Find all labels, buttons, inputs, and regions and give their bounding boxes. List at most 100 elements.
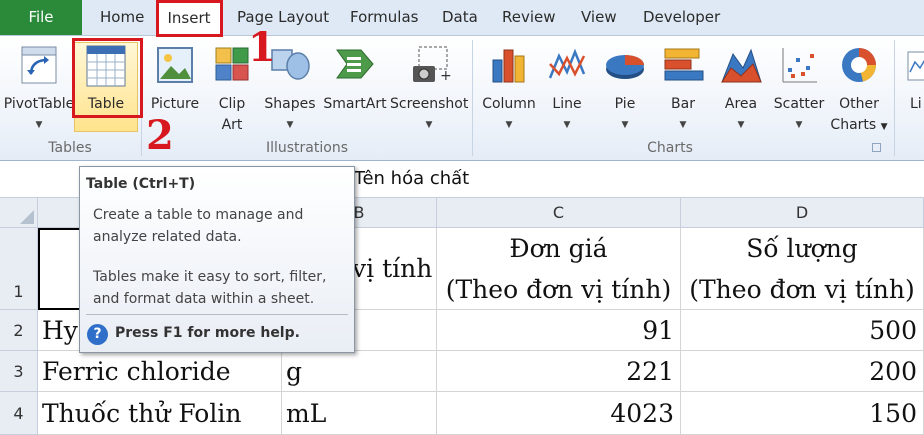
cell-d2[interactable]: 500 xyxy=(681,310,924,351)
bar-chart-button[interactable]: Bar ▼ xyxy=(658,42,708,132)
cell-d4[interactable]: 150 xyxy=(681,392,924,435)
cell-d3[interactable]: 200 xyxy=(681,351,924,392)
row-header-1[interactable]: 1 xyxy=(0,228,38,310)
cell-c2[interactable]: 91 xyxy=(437,310,681,351)
annotation-box-insert-tab xyxy=(156,0,223,37)
cell-c4[interactable]: 4023 xyxy=(437,392,681,435)
screenshot-label: Screenshot xyxy=(390,96,469,112)
group-separator xyxy=(472,40,473,156)
column-header-c[interactable]: C xyxy=(437,198,681,228)
annotation-box-table-button xyxy=(72,38,143,118)
picture-icon xyxy=(157,47,193,83)
sparkline-line-label: Li xyxy=(910,96,922,112)
area-chart-label: Area xyxy=(724,96,758,112)
column-header-d[interactable]: D xyxy=(681,198,924,228)
tooltip-line-3: Tables make it easy to sort, filter, xyxy=(93,269,327,285)
annotation-step-2: 2 xyxy=(146,112,174,159)
pivottable-label: PivotTable xyxy=(3,96,75,112)
tab-home[interactable]: Home xyxy=(100,0,144,35)
bar-chart-label: Bar xyxy=(671,96,695,112)
scatter-chart-label: Scatter xyxy=(773,96,825,112)
cell-b4[interactable]: mL xyxy=(282,392,437,435)
charts-dialog-launcher-icon[interactable] xyxy=(872,143,881,152)
other-charts-button[interactable]: Other Charts ▼ xyxy=(830,42,888,138)
pivottable-button[interactable]: PivotTable ▼ xyxy=(2,42,76,132)
doughnut-chart-icon xyxy=(842,48,876,82)
tooltip-help-text: Press F1 for more help. xyxy=(115,325,300,341)
scatter-chart-icon xyxy=(782,48,817,83)
cell-a3[interactable]: Ferric chloride xyxy=(38,351,282,392)
cell-c1-line1: Đơn giá xyxy=(509,234,608,263)
table-tooltip: Table (Ctrl+T) Create a table to manage … xyxy=(79,166,355,353)
clip-art-label-line1: Clip xyxy=(218,96,246,112)
cell-d1-line1: Số lượng xyxy=(746,234,858,263)
formula-bar-content[interactable]: Tên hóa chất xyxy=(354,168,469,189)
tooltip-title: Table (Ctrl+T) xyxy=(86,176,196,192)
group-separator xyxy=(894,40,895,156)
cell-b3[interactable]: g xyxy=(282,351,437,392)
pivottable-dropdown-arrow: ▼ xyxy=(35,120,43,130)
column-chart-icon xyxy=(492,49,525,83)
tab-file[interactable]: File xyxy=(0,0,82,35)
scatter-dropdown-arrow: ▼ xyxy=(795,120,803,130)
sparkline-line-button-partial[interactable]: Li xyxy=(902,42,924,132)
svg-text:+: + xyxy=(440,68,451,84)
tab-view[interactable]: View xyxy=(581,0,617,35)
column-dropdown-arrow: ▼ xyxy=(505,120,513,130)
annotation-step-1: 1 xyxy=(248,24,276,71)
smartart-label: SmartArt xyxy=(323,96,387,112)
screenshot-dropdown-arrow: ▼ xyxy=(425,120,433,130)
pivottable-icon xyxy=(21,46,57,84)
select-all-corner[interactable] xyxy=(0,198,38,228)
line-chart-button[interactable]: Line ▼ xyxy=(542,42,592,132)
pie-dropdown-arrow: ▼ xyxy=(621,120,629,130)
group-label-tables: Tables xyxy=(48,140,92,156)
pie-chart-icon xyxy=(606,55,644,79)
clip-art-label-line2: Art xyxy=(221,117,243,133)
line-chart-icon xyxy=(548,48,586,79)
smartart-button[interactable]: SmartArt xyxy=(320,42,390,132)
smartart-icon xyxy=(336,49,374,79)
other-charts-label-line1: Other xyxy=(839,96,879,112)
pie-chart-label: Pie xyxy=(614,96,636,112)
line-dropdown-arrow: ▼ xyxy=(563,120,571,130)
group-label-illustrations: Illustrations xyxy=(265,140,348,156)
tab-developer[interactable]: Developer xyxy=(643,0,720,35)
cell-c1[interactable]: Đơn giá (Theo đơn vị tính) xyxy=(437,228,681,310)
row-header-3[interactable]: 3 xyxy=(0,351,38,392)
help-icon: ? xyxy=(87,324,108,345)
tab-data[interactable]: Data xyxy=(442,0,478,35)
clip-art-icon xyxy=(215,47,249,81)
shapes-label: Shapes xyxy=(264,96,316,112)
cell-a4[interactable]: Thuốc thử Folin xyxy=(38,392,282,435)
area-dropdown-arrow: ▼ xyxy=(737,120,745,130)
group-label-charts: Charts xyxy=(647,140,693,156)
screenshot-icon: + xyxy=(413,46,451,84)
column-chart-button[interactable]: Column ▼ xyxy=(478,42,540,132)
screenshot-button[interactable]: + Screenshot ▼ xyxy=(390,42,468,132)
cell-d1[interactable]: Số lượng (Theo đơn vị tính) xyxy=(681,228,924,310)
tooltip-line-1: Create a table to manage and xyxy=(93,207,304,223)
cell-c1-line2: (Theo đơn vị tính) xyxy=(445,275,672,304)
scatter-chart-button[interactable]: Scatter ▼ xyxy=(770,42,828,132)
other-charts-label-line2: Charts ▼ xyxy=(830,117,888,133)
row-header-2[interactable]: 2 xyxy=(0,310,38,351)
tooltip-line-2: analyze related data. xyxy=(93,229,242,245)
tooltip-divider xyxy=(86,314,348,315)
cell-d1-line2: (Theo đơn vị tính) xyxy=(689,275,915,304)
sparkline-icon xyxy=(907,51,924,81)
ribbon-tab-bar: File Home Insert Page Layout Formulas Da… xyxy=(0,0,924,35)
column-chart-label: Column xyxy=(482,96,536,112)
tooltip-line-4: and format data within a sheet. xyxy=(93,291,315,307)
pie-chart-button[interactable]: Pie ▼ xyxy=(600,42,650,132)
area-chart-icon xyxy=(721,48,762,83)
bar-dropdown-arrow: ▼ xyxy=(679,120,687,130)
line-chart-label: Line xyxy=(552,96,582,112)
shapes-dropdown-arrow: ▼ xyxy=(286,120,294,130)
cell-c3[interactable]: 221 xyxy=(437,351,681,392)
tab-review[interactable]: Review xyxy=(502,0,556,35)
area-chart-button[interactable]: Area ▼ xyxy=(716,42,766,132)
tab-formulas[interactable]: Formulas xyxy=(350,0,418,35)
row-header-4[interactable]: 4 xyxy=(0,392,38,435)
bar-chart-icon xyxy=(664,48,704,81)
